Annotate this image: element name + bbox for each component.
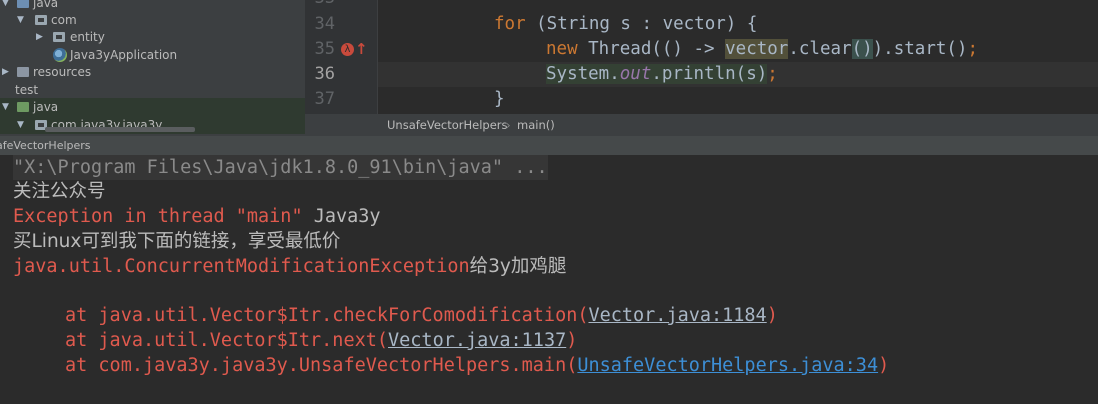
stack-frame-location[interactable]: Vector.java:1137 xyxy=(388,330,566,351)
stack-frame-text: ) xyxy=(566,330,578,351)
breadcrumb-class[interactable]: UnsafeVectorHelpers xyxy=(387,114,508,136)
folder-icon xyxy=(17,0,29,8)
code-line-34: for (String s : vector) { xyxy=(494,12,757,37)
stack-trace-line: at java.util.Vector$Itr.checkForComodifi… xyxy=(65,303,778,328)
override-arrow-icon[interactable]: ↑ xyxy=(355,40,368,58)
tree-item-test[interactable]: test xyxy=(0,81,305,99)
editor-gutter: 33 34 35 36 37 λ ↑ xyxy=(305,0,378,114)
code-token: System. xyxy=(546,64,620,84)
tree-scrollbar[interactable] xyxy=(45,127,195,132)
chevron-down-icon[interactable]: ▼ xyxy=(17,11,24,29)
breadcrumb-separator: › xyxy=(506,118,511,132)
project-tree: ▼ java ▼ com ▶ entity Java3yApplication … xyxy=(0,0,305,136)
chevron-down-icon[interactable]: ▼ xyxy=(2,98,9,116)
tree-item-label: Java3yApplication xyxy=(70,48,178,62)
run-console[interactable]: "X:\Program Files\Java\jdk1.8.0_91\bin\j… xyxy=(0,155,1098,404)
line-number: 33 xyxy=(315,0,335,11)
run-tab-header: afeVectorHelpers xyxy=(0,136,1098,155)
semicolon-token: ; xyxy=(967,39,979,59)
tree-item-java3yapplication[interactable]: Java3yApplication xyxy=(0,46,305,64)
line-number: 35 xyxy=(314,39,335,59)
code-editor[interactable]: for (String s : vector) { new Thread(() … xyxy=(378,0,1098,114)
tree-item-entity[interactable]: ▶ entity xyxy=(0,28,305,46)
tree-item-resources[interactable]: ▶ resources xyxy=(0,63,305,81)
stack-frame-text: ) xyxy=(766,305,778,326)
brace-match: () xyxy=(851,39,873,59)
code-token: (String s : vector) { xyxy=(525,14,758,34)
breadcrumb: UnsafeVectorHelpers › main() xyxy=(305,114,1098,136)
breadcrumb-method[interactable]: main() xyxy=(517,114,555,136)
code-token: Thread(() -> xyxy=(577,39,726,59)
console-output-text: 给3y加鸡腿 xyxy=(469,256,567,277)
code-token: .clear xyxy=(788,39,852,59)
keyword-token: for xyxy=(494,14,526,34)
stack-frame-text: at java.util.Vector$Itr.next( xyxy=(65,330,389,351)
stack-frame-link[interactable]: UnsafeVectorHelpers.java:34 xyxy=(577,355,878,376)
chevron-right-icon[interactable]: ▶ xyxy=(2,63,9,81)
code-line-37: } xyxy=(494,87,505,112)
stack-trace-line: at java.util.Vector$Itr.next(Vector.java… xyxy=(65,328,577,353)
console-output-line: 买Linux可到我下面的链接，享受最低价 xyxy=(13,231,341,252)
exception-text: Exception in thread "main" xyxy=(13,206,303,227)
code-line-35: new Thread(() -> vector.clear()).start()… xyxy=(546,37,978,62)
keyword-token: new xyxy=(546,39,578,59)
tree-item-test-java[interactable]: ▼ java xyxy=(0,98,305,116)
chevron-right-icon[interactable]: ▶ xyxy=(36,28,43,46)
folder-icon xyxy=(17,67,29,77)
stack-trace-line: at com.java3y.java3y.UnsafeVectorHelpers… xyxy=(65,353,889,378)
tree-item-label: com xyxy=(51,13,77,27)
tree-item-label: resources xyxy=(33,65,92,79)
code-token: .println(s) xyxy=(651,64,768,84)
lambda-icon[interactable]: λ xyxy=(341,43,354,56)
console-command-line: "X:\Program Files\Java\jdk1.8.0_91\bin\j… xyxy=(13,155,548,180)
console-exception-class-line: java.util.ConcurrentModificationExceptio… xyxy=(13,254,566,279)
line-number: 37 xyxy=(314,89,335,109)
stack-frame-text: at com.java3y.java3y.UnsafeVectorHelpers… xyxy=(65,355,578,376)
field-token: out xyxy=(619,64,652,84)
tree-item-label: test xyxy=(15,83,39,97)
line-number: 34 xyxy=(314,14,335,34)
semicolon-token: ; xyxy=(767,64,778,84)
exception-class-text: java.util.ConcurrentModificationExceptio… xyxy=(13,256,470,277)
tree-item-com[interactable]: ▼ com xyxy=(0,11,305,29)
code-line-36: System.out.println(s); xyxy=(546,62,778,87)
code-token: ).start() xyxy=(872,39,968,59)
stack-frame-text: at java.util.Vector$Itr.checkForComodifi… xyxy=(65,305,589,326)
console-exception-line: Exception in thread "main" Java3y xyxy=(13,204,381,229)
package-icon xyxy=(53,32,65,42)
spring-app-icon xyxy=(53,48,67,62)
folder-icon xyxy=(17,102,29,112)
package-icon xyxy=(35,15,47,25)
stack-frame-location[interactable]: Vector.java:1184 xyxy=(588,305,766,326)
stack-frame-text: ) xyxy=(878,355,890,376)
console-output-line: 关注公众号 xyxy=(13,181,106,202)
tree-item-label: java xyxy=(33,100,59,114)
code-token: } xyxy=(494,89,505,109)
tree-item-label: entity xyxy=(70,30,105,44)
console-output-text: Java3y xyxy=(302,206,381,227)
run-tab-title[interactable]: afeVectorHelpers xyxy=(0,136,91,155)
line-number: 36 xyxy=(314,64,335,84)
vector-token-highlight: vector xyxy=(725,39,789,59)
chevron-down-icon[interactable]: ▼ xyxy=(17,116,24,134)
